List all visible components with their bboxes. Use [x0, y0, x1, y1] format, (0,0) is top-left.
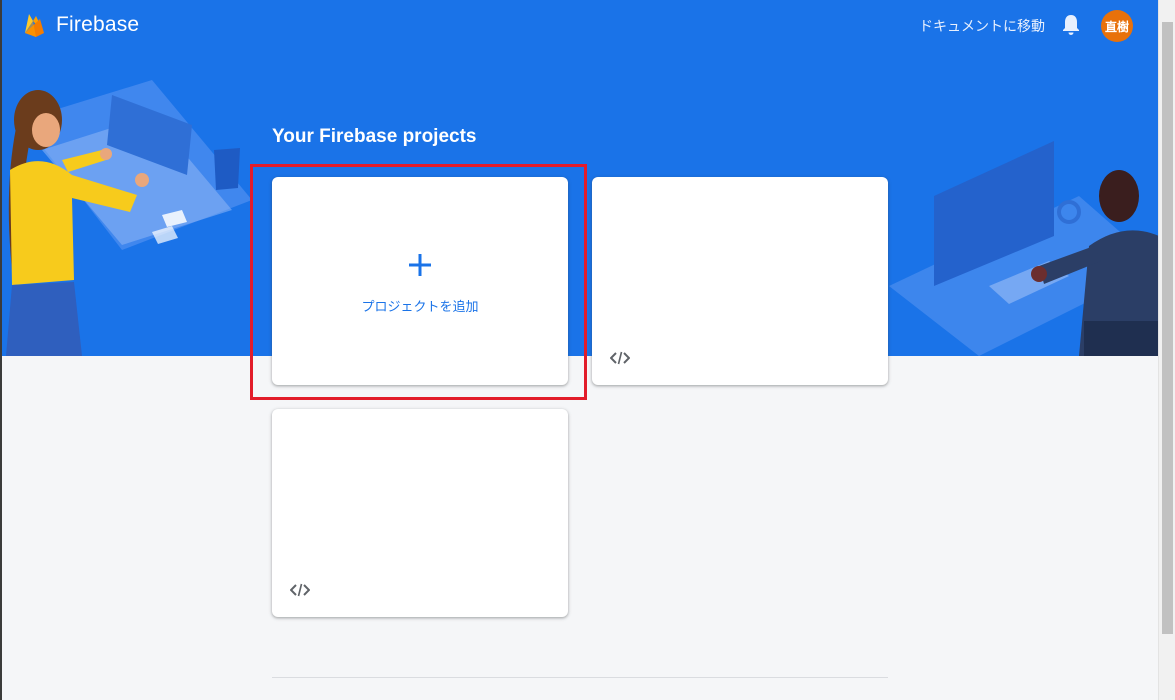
plus-icon: [409, 254, 431, 276]
firebase-flame-icon: [25, 14, 44, 37]
hero-banner: [2, 0, 1159, 356]
bell-icon[interactable]: [1061, 14, 1081, 41]
add-project-card[interactable]: プロジェクトを追加: [272, 177, 568, 385]
code-icon: [610, 351, 630, 365]
hero-illustration-left: [6, 80, 252, 356]
brand[interactable]: Firebase: [24, 12, 139, 38]
app-title: Firebase: [56, 13, 140, 36]
hero-illustration-right: [889, 141, 1159, 356]
footer-divider: [272, 677, 888, 678]
top-app-bar: Firebase ドキュメントに移動 直樹: [0, 0, 1159, 50]
code-icon: [290, 583, 310, 597]
vertical-scrollbar[interactable]: [1158, 0, 1175, 700]
project-card[interactable]: [272, 409, 568, 617]
add-project-label: プロジェクトを追加: [361, 299, 479, 314]
user-avatar[interactable]: 直樹: [1101, 10, 1133, 42]
page-title: Your Firebase projects: [272, 126, 477, 147]
scrollbar-thumb[interactable]: [1162, 22, 1173, 634]
go-to-docs-link[interactable]: ドキュメントに移動: [919, 16, 1045, 36]
project-card[interactable]: [592, 177, 888, 385]
